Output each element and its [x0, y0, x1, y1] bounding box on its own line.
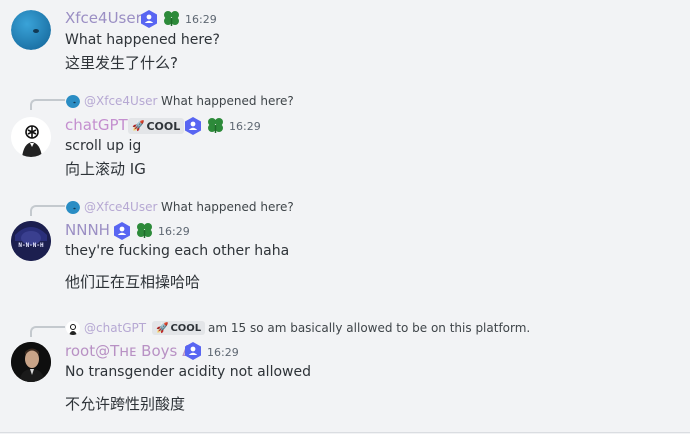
avatar-chatgpt[interactable]	[11, 117, 51, 157]
timestamp[interactable]: 16:29	[229, 120, 261, 133]
reply-preview[interactable]: am 15 so am basically allowed to be on t…	[208, 321, 530, 335]
message-line: they're fucking each other haha	[65, 243, 290, 259]
message-line: 不允许跨性别酸度	[65, 395, 186, 413]
avatar-xfce4user[interactable]	[11, 10, 51, 50]
rocket-icon: 🚀	[156, 322, 169, 334]
reply-spine	[30, 326, 65, 337]
reply-mention[interactable]: @Xfce4User	[84, 94, 157, 108]
author-name[interactable]: NNNH	[65, 221, 110, 239]
reply-spine	[30, 205, 65, 216]
reply-preview[interactable]: What happened here?	[161, 200, 294, 214]
role-tag[interactable]: 🚀 COOL	[128, 118, 185, 134]
user-badge-icon[interactable]	[141, 10, 157, 28]
reply-preview[interactable]: What happened here?	[161, 94, 294, 108]
reply-avatar[interactable]	[66, 94, 80, 108]
message-line: No transgender acidity not allowed	[65, 364, 311, 380]
user-badge-icon[interactable]	[185, 342, 201, 360]
timestamp[interactable]: 16:29	[185, 13, 217, 26]
role-tag[interactable]: 🚀 COOL	[152, 321, 206, 335]
clover-icon[interactable]	[136, 222, 153, 239]
message-line: 他们正在互相操哈哈	[65, 273, 201, 291]
clover-icon[interactable]	[163, 10, 180, 27]
author-name[interactable]: chatGPT	[65, 116, 128, 134]
reply-avatar[interactable]	[66, 321, 80, 335]
author-name[interactable]: root@Tʜᴇ Boys Δ	[65, 342, 192, 360]
message-line: What happened here?	[65, 32, 220, 48]
author-name[interactable]: Xfce4User	[65, 9, 142, 27]
reply-spine	[30, 99, 65, 110]
bottom-divider	[0, 432, 690, 433]
user-badge-icon[interactable]	[185, 117, 201, 135]
avatar-nnnh[interactable]: N-N-N-H	[11, 221, 51, 261]
timestamp[interactable]: 16:29	[158, 225, 190, 238]
message-line: 这里发生了什么?	[65, 54, 178, 72]
reply-avatar[interactable]	[66, 200, 80, 214]
avatar-root[interactable]	[11, 342, 51, 382]
message-line: 向上滚动 IG	[65, 160, 146, 178]
reply-mention[interactable]: @Xfce4User	[84, 200, 157, 214]
clover-icon[interactable]	[207, 117, 224, 134]
message-line: scroll up ig	[65, 138, 142, 154]
rocket-icon: 🚀	[132, 120, 145, 132]
reply-mention[interactable]: @chatGPT	[84, 321, 146, 335]
avatar-label: N-N-N-H	[18, 242, 44, 249]
timestamp[interactable]: 16:29	[207, 346, 239, 359]
user-badge-icon[interactable]	[114, 222, 130, 240]
